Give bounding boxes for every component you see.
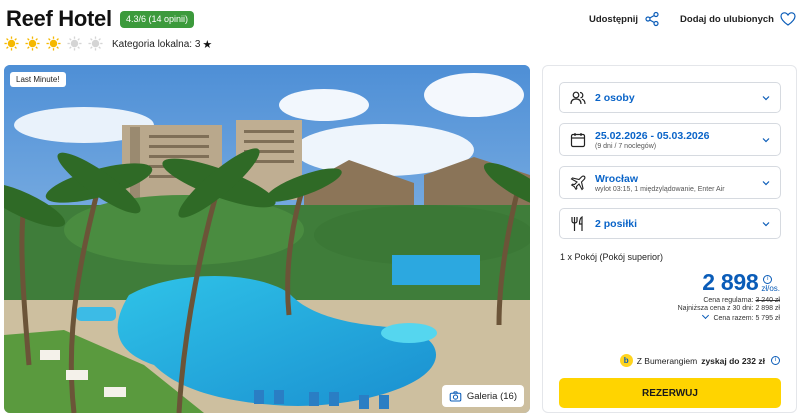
gallery-label: Galeria (16) (466, 390, 517, 402)
lowest-price: Najniższa cena z 30 dni: 2 898 zł (678, 305, 780, 312)
favorite-label: Dodaj do ulubionych (680, 13, 774, 25)
regular-price-label: Cena regularna: (703, 297, 754, 304)
departure-details: wylot 03:15, 1 międzylądowanie, Enter Ai… (595, 185, 725, 193)
share-icon (645, 11, 659, 27)
booking-panel: 2 osoby 25.02.2026 - 05.03.2026 (9 dni /… (542, 65, 797, 413)
price-block: 2 898 i zł/os. Cena regularna: 3 240 zł Na… (678, 269, 780, 322)
calendar-icon (570, 132, 586, 147)
chevron-down-icon (762, 180, 770, 185)
dates-value: 25.02.2026 - 05.03.2026 (595, 129, 710, 142)
sun-icon (25, 36, 40, 51)
share-label: Udostępnij (588, 13, 639, 25)
chevron-down-icon (762, 221, 770, 226)
total-price-toggle[interactable]: Cena razem: 5 795 zł (678, 311, 780, 322)
chevron-down-icon (702, 311, 710, 320)
last-minute-badge: Last Minute! (10, 72, 66, 87)
camera-icon (449, 390, 462, 401)
sun-icon (46, 36, 61, 51)
dates-duration: (9 dni / 7 noclegów) (595, 142, 657, 150)
departure-select[interactable]: Wrocław wylot 03:15, 1 międzylądowanie, … (559, 166, 781, 199)
category-label: Kategoria lokalna: 3 (112, 39, 201, 50)
header-actions: Udostępnij Dodaj do ulubionych (589, 11, 796, 27)
share-button[interactable]: Udostępnij (589, 11, 660, 27)
gallery-button[interactable]: Galeria (16) (441, 385, 524, 407)
favorite-button[interactable]: Dodaj do ulubionych (680, 11, 796, 27)
bumerang-icon: b (619, 354, 633, 367)
total-price-label: Cena razem: (713, 315, 754, 322)
reserve-button[interactable]: REZERWUJ (559, 378, 781, 408)
persons-select[interactable]: 2 osoby (559, 82, 781, 113)
lowest-price-value: 2 898 zł (755, 305, 780, 312)
plane-icon (570, 175, 586, 190)
room-info: 1 x Pokój (Pokój superior) (560, 252, 664, 262)
sun-empty-icon (67, 36, 82, 51)
chevron-down-icon (762, 95, 770, 100)
info-icon[interactable]: i (771, 356, 780, 365)
hotel-photo[interactable]: Last Minute! Galeria (16) (4, 65, 530, 413)
meals-select[interactable]: 2 posiłki (559, 208, 781, 239)
sun-empty-icon (88, 36, 103, 51)
hotel-pool-image (4, 65, 530, 413)
meals-value: 2 posiłki (595, 217, 638, 230)
hotel-name: Reef Hotel (6, 6, 112, 31)
local-category: Kategoria lokalna: 3 ★ (112, 38, 212, 51)
sun-icon (4, 36, 19, 51)
heart-icon (780, 12, 796, 26)
rating-badge[interactable]: 4.3/6 (14 opinii) (120, 11, 195, 28)
cutlery-icon (571, 215, 583, 231)
persons-value: 2 osoby (595, 91, 635, 104)
bumerang-promo: b Z Bumerangiem zyskaj do 232 zł i (619, 354, 780, 367)
regular-price-value: 3 240 zł (755, 297, 780, 304)
total-price-value: 5 795 zł (755, 315, 780, 322)
regular-price: Cena regularna: 3 240 zł (678, 297, 780, 304)
persons-icon (570, 91, 586, 104)
price-unit: i zł/os. (761, 275, 780, 293)
info-icon[interactable]: i (763, 275, 773, 284)
chevron-down-icon (762, 137, 770, 142)
lowest-price-label: Najniższa cena z 30 dni: (677, 305, 754, 312)
departure-value: Wrocław (595, 172, 638, 185)
bumerang-prefix: Z Bumerangiem (636, 355, 698, 366)
star-icon: ★ (202, 39, 213, 51)
sun-rating (4, 36, 103, 51)
bumerang-amount: zyskaj do 232 zł (701, 355, 765, 366)
price-unit-label: zł/os. (761, 284, 780, 293)
dates-select[interactable]: 25.02.2026 - 05.03.2026 (9 dni / 7 nocle… (559, 123, 781, 156)
price-value: 2 898 (702, 269, 759, 295)
